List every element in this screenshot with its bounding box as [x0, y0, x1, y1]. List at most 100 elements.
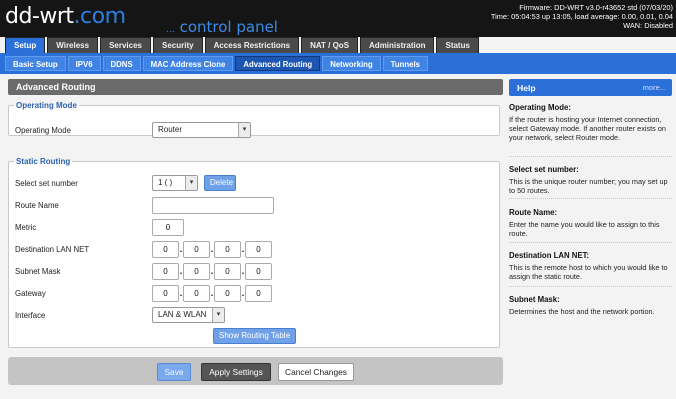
subnet-mask-label: Subnet Mask	[15, 267, 61, 276]
mask-octet-3[interactable]: 0	[214, 263, 241, 280]
destination-octet-4[interactable]: 0	[245, 241, 272, 258]
help-section-route-name: Route Name: Enter the name you would lik…	[509, 208, 672, 243]
operating-mode-value: Router	[158, 125, 183, 134]
tab-services[interactable]: Services	[100, 37, 151, 53]
help-more-link[interactable]: more...	[643, 83, 666, 92]
interface-value: LAN & WLAN	[158, 310, 207, 319]
action-bar: Save Apply Settings Cancel Changes	[8, 357, 503, 385]
route-name-input[interactable]	[152, 197, 274, 214]
destination-label: Destination LAN NET	[15, 245, 90, 254]
static-routing-section: Static Routing Select set number 1 ( ) ▾…	[8, 157, 500, 348]
logo-suffix: com	[80, 4, 126, 29]
uptime-info: Time: 05:04:53 up 13:05, load average: 0…	[490, 12, 673, 21]
operating-mode-select[interactable]: Router ▾	[152, 122, 251, 138]
gateway-row: Gateway 0. 0. 0. 0	[15, 285, 495, 302]
wan-status: WAN: Disabled	[623, 21, 673, 30]
subtab-tunnels[interactable]: Tunnels	[382, 56, 428, 71]
apply-settings-button[interactable]: Apply Settings	[201, 363, 271, 381]
subtab-ipv6[interactable]: IPV6	[67, 56, 101, 71]
ddwrt-logo[interactable]: dd-wrt.com	[5, 4, 126, 29]
destination-octet-3[interactable]: 0	[214, 241, 241, 258]
gateway-octet-4[interactable]: 0	[245, 285, 272, 302]
logo-main-text: dd-wrt	[5, 4, 74, 29]
mask-octet-2[interactable]: 0	[183, 263, 210, 280]
gateway-label: Gateway	[15, 289, 46, 298]
control-panel-dots: ...	[166, 25, 175, 35]
metric-input[interactable]: 0	[152, 219, 184, 236]
tab-security[interactable]: Security	[153, 37, 203, 53]
delete-button[interactable]: Delete	[204, 175, 236, 191]
show-routing-table-button[interactable]: Show Routing Table	[213, 328, 296, 344]
subtab-advanced-routing[interactable]: Advanced Routing	[235, 56, 321, 71]
page-title: Advanced Routing	[8, 79, 503, 95]
help-panel: Help more... Operating Mode: If the rout…	[509, 79, 672, 329]
chevron-down-icon: ▾	[212, 308, 224, 322]
interface-select[interactable]: LAN & WLAN ▾	[152, 307, 225, 323]
tab-setup[interactable]: Setup	[5, 37, 46, 53]
main-tabs: Setup Wireless Services Security Access …	[5, 37, 479, 53]
tab-status[interactable]: Status	[436, 37, 479, 53]
interface-label: Interface	[15, 311, 46, 320]
help-section-set-number: Select set number: This is the unique ro…	[509, 165, 672, 199]
help-section-title: Subnet Mask:	[509, 295, 560, 304]
help-section-title: Route Name:	[509, 208, 558, 217]
subtab-basic-setup[interactable]: Basic Setup	[5, 56, 66, 71]
help-section-title: Operating Mode:	[509, 103, 571, 112]
route-name-row: Route Name	[15, 197, 495, 214]
main-content: Advanced Routing Operating Mode Operatin…	[8, 79, 503, 350]
help-section-body: If the router is hosting your Internet c…	[509, 115, 666, 143]
help-section-body: This is the remote host to which you wou…	[509, 263, 668, 282]
set-number-label: Select set number	[15, 179, 78, 188]
tab-nat-qos[interactable]: NAT / QoS	[301, 37, 359, 53]
control-panel-title: ... control panel	[166, 18, 278, 36]
help-section-body: This is the unique router number; you ma…	[509, 177, 668, 196]
help-section-title: Select set number:	[509, 165, 579, 174]
set-number-value: 1 ( )	[158, 178, 173, 187]
tab-access-restrictions[interactable]: Access Restrictions	[204, 37, 300, 53]
mask-octet-4[interactable]: 0	[245, 263, 272, 280]
operating-mode-section: Operating Mode Operating Mode Router ▾	[8, 101, 500, 138]
tab-administration[interactable]: Administration	[360, 37, 435, 53]
system-info: Firmware: DD-WRT v3.0-r43652 std (07/03/…	[453, 3, 673, 30]
help-section-destination: Destination LAN NET: This is the remote …	[509, 251, 672, 287]
operating-mode-label: Operating Mode	[15, 126, 71, 135]
help-section-body: Determines the host and the network port…	[509, 307, 655, 316]
interface-row: Interface LAN & WLAN ▾	[15, 307, 495, 323]
subtab-mac-address-clone[interactable]: MAC Address Clone	[142, 56, 234, 71]
help-section-operating-mode: Operating Mode: If the router is hosting…	[509, 103, 672, 157]
tab-wireless[interactable]: Wireless	[47, 37, 99, 53]
chevron-down-icon: ▾	[185, 176, 197, 190]
header-bar: dd-wrt.com ... control panel Firmware: DD…	[0, 0, 676, 37]
save-button[interactable]: Save	[157, 363, 191, 381]
help-section-body: Enter the name you would like to assign …	[509, 220, 660, 239]
operating-mode-row: Operating Mode Router ▾	[15, 122, 495, 138]
chevron-down-icon: ▾	[238, 123, 250, 137]
help-section-subnet-mask: Subnet Mask: Determines the host and the…	[509, 295, 672, 327]
destination-ip-field: 0. 0. 0. 0	[152, 241, 272, 258]
gateway-ip-field: 0. 0. 0. 0	[152, 285, 272, 302]
subtab-ddns[interactable]: DDNS	[102, 56, 141, 71]
help-title: Help	[517, 83, 536, 93]
firmware-info: Firmware: DD-WRT v3.0-r43652 std (07/03/…	[519, 3, 673, 12]
gateway-octet-3[interactable]: 0	[214, 285, 241, 302]
subnet-mask-field: 0. 0. 0. 0	[152, 263, 272, 280]
gateway-octet-2[interactable]: 0	[183, 285, 210, 302]
metric-label: Metric	[15, 223, 37, 232]
metric-row: Metric 0	[15, 219, 495, 236]
subtab-networking[interactable]: Networking	[322, 56, 381, 71]
set-number-row: Select set number 1 ( ) ▾ Delete	[15, 175, 495, 191]
destination-octet-1[interactable]: 0	[152, 241, 179, 258]
sub-tabs: Basic Setup IPV6 DDNS MAC Address Clone …	[5, 56, 428, 71]
control-panel-text: control panel	[179, 18, 278, 36]
gateway-octet-1[interactable]: 0	[152, 285, 179, 302]
destination-row: Destination LAN NET 0. 0. 0. 0	[15, 241, 495, 258]
set-number-select[interactable]: 1 ( ) ▾	[152, 175, 198, 191]
destination-octet-2[interactable]: 0	[183, 241, 210, 258]
cancel-changes-button[interactable]: Cancel Changes	[278, 363, 354, 381]
operating-mode-legend: Operating Mode	[16, 101, 77, 110]
mask-octet-1[interactable]: 0	[152, 263, 179, 280]
subnet-mask-row: Subnet Mask 0. 0. 0. 0	[15, 263, 495, 280]
static-routing-legend: Static Routing	[16, 157, 71, 166]
help-section-title: Destination LAN NET:	[509, 251, 590, 260]
route-name-label: Route Name	[15, 201, 59, 210]
